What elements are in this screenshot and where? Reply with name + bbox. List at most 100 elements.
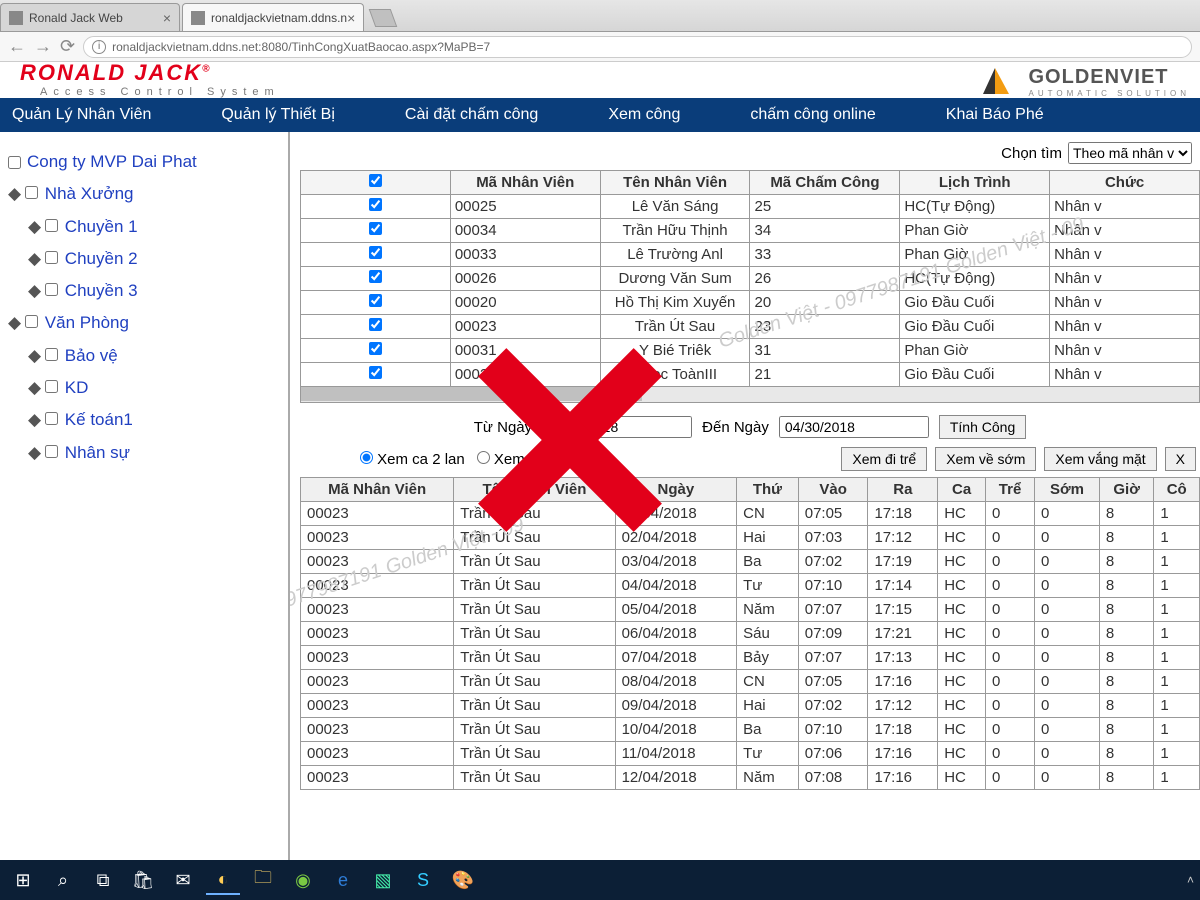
reload-icon[interactable]: ⟳ — [60, 36, 75, 57]
col-header: Lịch Trình — [900, 171, 1050, 195]
tree-node[interactable]: ◆ Nhà Xưởng — [8, 178, 280, 210]
url-text: ronaldjackvietnam.ddns.net:8080/TinhCong… — [112, 40, 490, 54]
view-button-0[interactable]: Xem đi trể — [841, 447, 927, 471]
windows-taskbar: ⊞ ⌕ ⧉ 🛍 ✉ ◐ 🗀 ◉ e ▧ S 🎨 ˄ — [0, 860, 1200, 900]
table-row[interactable]: 00023Trần Út Sau02/04/2018Hai07:0317:12H… — [301, 526, 1200, 550]
row-checkbox[interactable] — [369, 342, 382, 355]
tree-leaf[interactable]: ◆ Chuyền 3 — [28, 275, 280, 307]
back-icon[interactable]: ← — [8, 36, 26, 57]
filter-select[interactable]: Theo mã nhân v — [1068, 142, 1192, 164]
table-row[interactable]: 00021Ngọc ToànIII21Gio Đầu CuốiNhân v — [301, 363, 1200, 387]
new-tab-button[interactable] — [369, 9, 398, 27]
view-button-2[interactable]: Xem vắng mặt — [1044, 447, 1156, 471]
paint-icon[interactable]: 🎨 — [446, 865, 480, 895]
row-checkbox[interactable] — [369, 246, 382, 259]
select-all-checkbox[interactable] — [369, 174, 382, 187]
partner-logo-icon — [983, 68, 1023, 96]
search-icon[interactable]: ⌕ — [46, 865, 80, 895]
employee-table: Mã Nhân ViênTên Nhân ViênMã Chấm CôngLịc… — [300, 170, 1200, 387]
app-icon-1[interactable]: ◉ — [286, 865, 320, 895]
row-checkbox[interactable] — [369, 270, 382, 283]
tree-leaf[interactable]: ◆ Chuyền 2 — [28, 243, 280, 275]
chrome-icon[interactable]: ◐ — [206, 865, 240, 895]
explorer-icon[interactable]: 🗀 — [246, 865, 280, 895]
radio-6lan[interactable]: Xem ca 6 lần — [477, 451, 582, 468]
table-row[interactable]: 00033Lê Trường Anl33Phan GiờNhân v — [301, 243, 1200, 267]
horiz-scrollbar[interactable] — [300, 387, 1200, 403]
store-icon[interactable]: 🛍 — [126, 865, 160, 895]
table-row[interactable]: 00034Trần Hữu Thịnh34Phan GiờNhân v — [301, 219, 1200, 243]
close-icon[interactable]: × — [163, 10, 171, 26]
table-row[interactable]: 00023Trần Út Sau03/04/2018Ba07:0217:19HC… — [301, 550, 1200, 574]
system-tray[interactable]: ˄ — [1187, 873, 1194, 887]
nav-item-1[interactable]: Quản lý Thiết Bị — [221, 106, 335, 124]
col-header: Vào — [798, 478, 868, 502]
skype-icon[interactable]: S — [406, 865, 440, 895]
row-checkbox[interactable] — [369, 366, 382, 379]
table-row[interactable]: 00023Trần Út Sau11/04/2018Tư07:0617:16HC… — [301, 742, 1200, 766]
row-checkbox[interactable] — [369, 294, 382, 307]
to-label: Đến Ngày — [702, 419, 769, 436]
row-checkbox[interactable] — [369, 318, 382, 331]
table-row[interactable]: 00020Hồ Thị Kim Xuyến20Gio Đầu CuốiNhân … — [301, 291, 1200, 315]
main-panel: Chọn tìm Theo mã nhân v Mã Nhân ViênTên … — [290, 132, 1200, 860]
calc-button[interactable]: Tính Công — [939, 415, 1026, 439]
radio-2lan[interactable]: Xem ca 2 lan — [360, 451, 465, 468]
table-row[interactable]: 00025Lê Văn Sáng25HC(Tự Động)Nhân v — [301, 195, 1200, 219]
page-icon — [9, 11, 23, 25]
app-icon-2[interactable]: ▧ — [366, 865, 400, 895]
tree-leaf[interactable]: ◆ Bảo vệ — [28, 340, 280, 372]
tray-chevron-icon[interactable]: ˄ — [1187, 873, 1194, 887]
view-button-1[interactable]: Xem về sớm — [935, 447, 1036, 471]
table-row[interactable]: 00023Trần Út Sau01/04/2018CN07:0517:18HC… — [301, 502, 1200, 526]
view-buttons: Xem đi trể Xem về sớm Xem vắng mặt X — [841, 447, 1200, 471]
url-field[interactable]: i ronaldjackvietnam.ddns.net:8080/TinhCo… — [83, 36, 1192, 58]
start-icon[interactable]: ⊞ — [6, 865, 40, 895]
filter-label: Chọn tìm — [1001, 145, 1062, 162]
from-date-input[interactable] — [542, 416, 692, 438]
nav-item-3[interactable]: Xem công — [608, 106, 680, 124]
row-checkbox[interactable] — [369, 222, 382, 235]
tree-leaf[interactable]: ◆ Kế toán1 — [28, 404, 280, 436]
nav-item-2[interactable]: Cài đặt chấm công — [405, 106, 538, 124]
tree-leaf[interactable]: ◆ KD — [28, 372, 280, 404]
info-icon[interactable]: i — [92, 40, 106, 54]
browser-tab-1[interactable]: ronaldjackvietnam.ddns.n × — [182, 3, 364, 31]
col-header: Tên Nhân Viên — [454, 478, 615, 502]
main-nav: Quản Lý Nhân Viên Quản lý Thiết Bị Cài đặt… — [0, 98, 1200, 132]
table-row[interactable]: 00023Trần Út Sau06/04/2018Sáu07:0917:21H… — [301, 622, 1200, 646]
table-row[interactable]: 00023Trần Út Sau08/04/2018CN07:0517:16HC… — [301, 670, 1200, 694]
nav-item-5[interactable]: Khai Báo Phé — [946, 106, 1044, 124]
table-row[interactable]: 00023Trần Út Sau12/04/2018Năm07:0817:16H… — [301, 766, 1200, 790]
table-row[interactable]: 00023Trần Út Sau05/04/2018Năm07:0717:15H… — [301, 598, 1200, 622]
close-icon[interactable]: × — [347, 10, 355, 26]
brand-logo: RONALD JACK® — [20, 60, 212, 85]
sidebar: Cong ty MVP Dai Phat◆ Nhà Xưởng◆ Chuyền … — [0, 132, 290, 860]
to-date-input[interactable] — [779, 416, 929, 438]
browser-tab-0[interactable]: Ronald Jack Web × — [0, 3, 180, 31]
scrollbar-thumb[interactable] — [301, 387, 642, 401]
forward-icon[interactable]: → — [34, 36, 52, 57]
row-checkbox[interactable] — [369, 198, 382, 211]
col-header: Tên Nhân Viên — [600, 171, 750, 195]
page-icon — [191, 11, 205, 25]
tree-leaf[interactable]: ◆ Chuyền 1 — [28, 211, 280, 243]
table-row[interactable]: 00023Trần Út Sau07/04/2018Bảy07:0717:13H… — [301, 646, 1200, 670]
edge-icon[interactable]: e — [326, 865, 360, 895]
view-button-3[interactable]: X — [1165, 447, 1196, 471]
table-row[interactable]: 00023Trần Út Sau23Gio Đầu CuốiNhân v — [301, 315, 1200, 339]
tree-root[interactable]: Cong ty MVP Dai Phat — [8, 146, 280, 178]
table-row[interactable]: 00023Trần Út Sau10/04/2018Ba07:1017:18HC… — [301, 718, 1200, 742]
table-row[interactable]: 00023Trần Út Sau09/04/2018Hai07:0217:12H… — [301, 694, 1200, 718]
table-row[interactable]: 00031Y Bié Triêk31Phan GiờNhân v — [301, 339, 1200, 363]
nav-item-0[interactable]: Quản Lý Nhân Viên — [12, 106, 151, 124]
taskview-icon[interactable]: ⧉ — [86, 865, 120, 895]
mail-icon[interactable]: ✉ — [166, 865, 200, 895]
table-row[interactable]: 00023Trần Út Sau04/04/2018Tư07:1017:14HC… — [301, 574, 1200, 598]
nav-item-4[interactable]: chấm công online — [750, 106, 875, 124]
col-header: Sớm — [1035, 478, 1100, 502]
tree-node[interactable]: ◆ Văn Phòng — [8, 307, 280, 339]
tree-leaf[interactable]: ◆ Nhân sự — [28, 437, 280, 469]
brand-row: RONALD JACK® Access Control System GOLDE… — [0, 62, 1200, 98]
table-row[interactable]: 00026Dương Văn Sum26HC(Tự Động)Nhân v — [301, 267, 1200, 291]
